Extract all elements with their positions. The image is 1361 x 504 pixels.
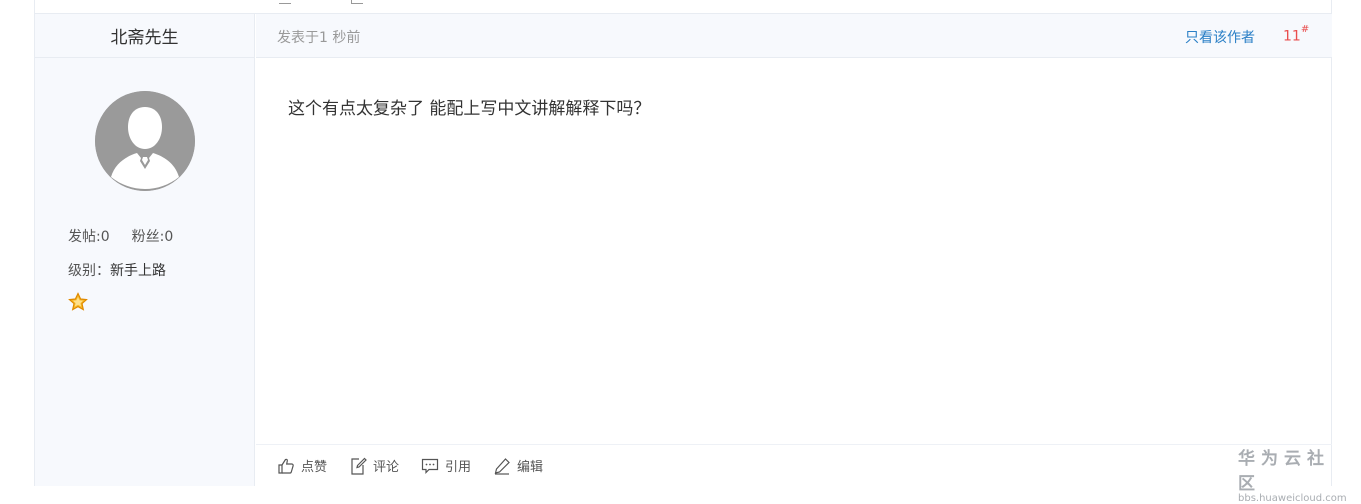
- quote-button[interactable]: 引用: [421, 456, 471, 475]
- site-watermark: 华为云社区 bbs.huaweicloud.com: [1238, 444, 1350, 504]
- post-time: 发表于1 秒前: [277, 30, 361, 46]
- previous-action-icon: [279, 0, 291, 4]
- floor-mark: #: [1300, 24, 1310, 35]
- like-button[interactable]: 点赞: [277, 456, 327, 475]
- default-user-icon: [95, 91, 195, 191]
- star-icon: [68, 292, 88, 311]
- floor-number[interactable]: 11#: [1283, 24, 1310, 45]
- watermark-url: bbs.huaweicloud.com: [1238, 493, 1347, 504]
- author-stats: 发帖:0 粉丝:0: [68, 226, 173, 246]
- post-meta: 发表于1 秒前 只看该作者 11#: [256, 14, 1332, 58]
- author-sidebar: 北斋先生 发帖:0 粉丝:0 级别：新手上路: [35, 14, 255, 486]
- level-label: 级别：: [68, 263, 110, 279]
- comment-label: 评论: [373, 460, 400, 475]
- author-level: 级别：新手上路: [68, 260, 166, 280]
- quote-label: 引用: [445, 460, 472, 475]
- edit-label: 编辑: [517, 460, 544, 475]
- like-label: 点赞: [301, 460, 328, 475]
- forum-post: 北斋先生 发帖:0 粉丝:0 级别：新手上路 发表于1 秒前 只看该作者 11#…: [34, 0, 1332, 486]
- post-actions: 点赞 评论 引用 编辑: [256, 444, 1332, 486]
- fan-count[interactable]: 粉丝:0: [132, 226, 174, 246]
- thumbs-up-icon: [278, 458, 294, 474]
- level-value: 新手上路: [110, 263, 166, 279]
- author-name[interactable]: 北斋先生: [35, 14, 254, 58]
- author-only-link[interactable]: 只看该作者: [1185, 27, 1255, 47]
- previous-post-edge: [35, 0, 1331, 14]
- pen-icon: [494, 457, 510, 475]
- comment-button[interactable]: 评论: [349, 456, 399, 475]
- watermark-title: 华为云社区: [1238, 449, 1330, 494]
- avatar[interactable]: [95, 91, 195, 191]
- post-content: 这个有点太复杂了 能配上写中文讲解解释下吗？: [288, 99, 651, 119]
- previous-action-icon: [351, 0, 363, 4]
- floor-value: 11: [1283, 28, 1301, 45]
- edit-button[interactable]: 编辑: [493, 456, 543, 475]
- comment-edit-icon: [351, 457, 367, 475]
- chat-bubble-icon: [421, 458, 439, 474]
- post-count[interactable]: 发帖:0: [68, 226, 110, 246]
- post-body: 发表于1 秒前 只看该作者 11# 这个有点太复杂了 能配上写中文讲解解释下吗？…: [256, 14, 1332, 486]
